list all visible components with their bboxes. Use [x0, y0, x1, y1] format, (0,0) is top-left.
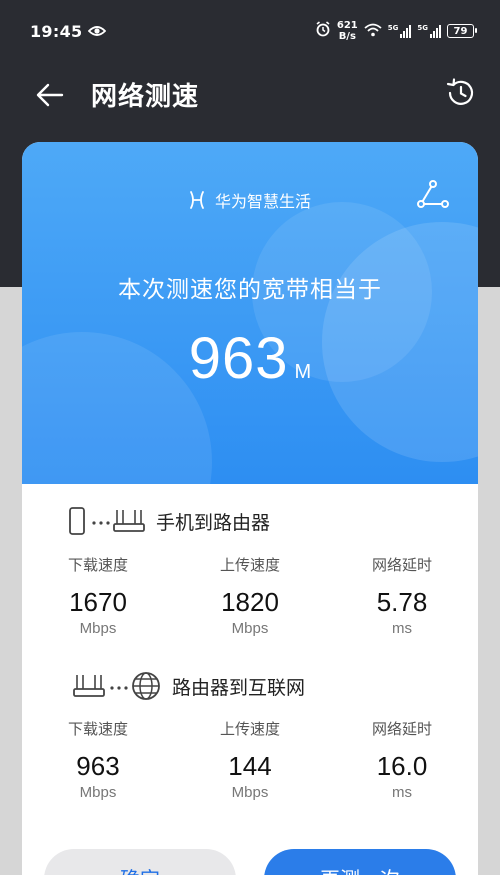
metric-value: 1670 [69, 587, 127, 617]
signal-icon-sim2: 5G [417, 24, 441, 38]
connection-dots-icon [110, 686, 128, 690]
router-icon [73, 675, 105, 697]
network-speed-unit: B/s [338, 31, 356, 42]
share-icon [417, 180, 449, 208]
metric-unit: Mbps [231, 784, 269, 801]
eye-comfort-icon [88, 25, 107, 37]
metric-value: 5.78 [376, 587, 428, 617]
connection-dots-icon [92, 521, 110, 525]
network-speed-value: 621 [336, 20, 358, 31]
status-time: 19:45 [30, 21, 83, 41]
router-icon [113, 510, 145, 532]
result-value-row: 963 M [22, 325, 478, 392]
metric-value: 963 [76, 751, 120, 781]
metric-unit: ms [392, 784, 412, 801]
metric-label: 上传速度 [219, 720, 280, 738]
page-title: 网络测速 [91, 82, 200, 112]
title-bar: 网络测速 [0, 62, 500, 126]
confirm-button-label: 确定 [120, 863, 160, 875]
globe-icon [132, 672, 160, 700]
retest-button-label: 再测一次 [320, 863, 400, 875]
metric-label: 上传速度 [219, 556, 280, 574]
phone-to-router-header: 手机到路由器 [68, 506, 270, 536]
signal-icon-sim1: 5G [388, 24, 412, 38]
speed-test-card: 华为智慧生活 本次测速您的宽带相当于 963 M 手机到路由器 下载速度 1670… [22, 142, 478, 875]
battery-level: 79 [453, 25, 468, 37]
metric-value: 16.0 [376, 751, 428, 781]
metric-unit: ms [392, 620, 412, 637]
metric-value: 144 [228, 751, 272, 781]
result-value: 963 [188, 326, 289, 391]
metric-label: 网络延时 [371, 720, 432, 738]
confirm-button[interactable]: 确定 [44, 849, 236, 875]
network-speed: 621 B/s [337, 20, 358, 42]
sim1-label: 5G [387, 24, 399, 32]
router-to-internet-header: 路由器到互联网 [72, 670, 305, 702]
phone-to-router-title: 手机到路由器 [156, 511, 271, 534]
upload-metric: 上传速度 1820 Mbps [175, 554, 325, 637]
back-arrow-icon [36, 83, 64, 107]
history-button[interactable] [444, 76, 478, 110]
metric-unit: Mbps [231, 620, 269, 637]
wifi-icon [364, 22, 382, 41]
sim2-label: 5G [417, 24, 428, 32]
huawei-ai-life-logo-icon [190, 191, 204, 209]
back-button[interactable] [36, 80, 66, 110]
router-to-internet-title: 路由器到互联网 [172, 676, 306, 699]
retest-button[interactable]: 再测一次 [264, 849, 456, 875]
result-headline: 本次测速您的宽带相当于 [118, 277, 382, 303]
latency-metric: 网络延时 5.78 ms [327, 554, 477, 637]
upload-metric: 上传速度 144 Mbps [175, 718, 325, 801]
battery-icon: 79 [447, 24, 477, 38]
result-hero: 华为智慧生活 本次测速您的宽带相当于 963 M [22, 142, 478, 484]
metric-label: 下载速度 [67, 556, 128, 574]
latency-metric: 网络延时 16.0 ms [327, 718, 477, 801]
result-unit: M [294, 361, 312, 383]
download-metric: 下载速度 963 Mbps [23, 718, 173, 801]
metric-value: 1820 [221, 587, 279, 617]
status-bar: 19:45 621 B/s 5G 5G 79 [0, 0, 500, 62]
alarm-icon [315, 21, 331, 41]
metric-label: 网络延时 [371, 556, 432, 574]
metric-unit: Mbps [79, 620, 117, 637]
metric-label: 下载速度 [67, 720, 128, 738]
share-button[interactable] [416, 178, 450, 212]
metric-unit: Mbps [79, 784, 117, 801]
status-indicators: 621 B/s 5G 5G 79 [315, 20, 477, 42]
brand-name: 华为智慧生活 [214, 192, 311, 211]
download-metric: 下载速度 1670 Mbps [23, 554, 173, 637]
phone-icon [69, 507, 85, 535]
history-icon [446, 78, 474, 105]
brand-row: 华为智慧生活 [22, 188, 478, 212]
